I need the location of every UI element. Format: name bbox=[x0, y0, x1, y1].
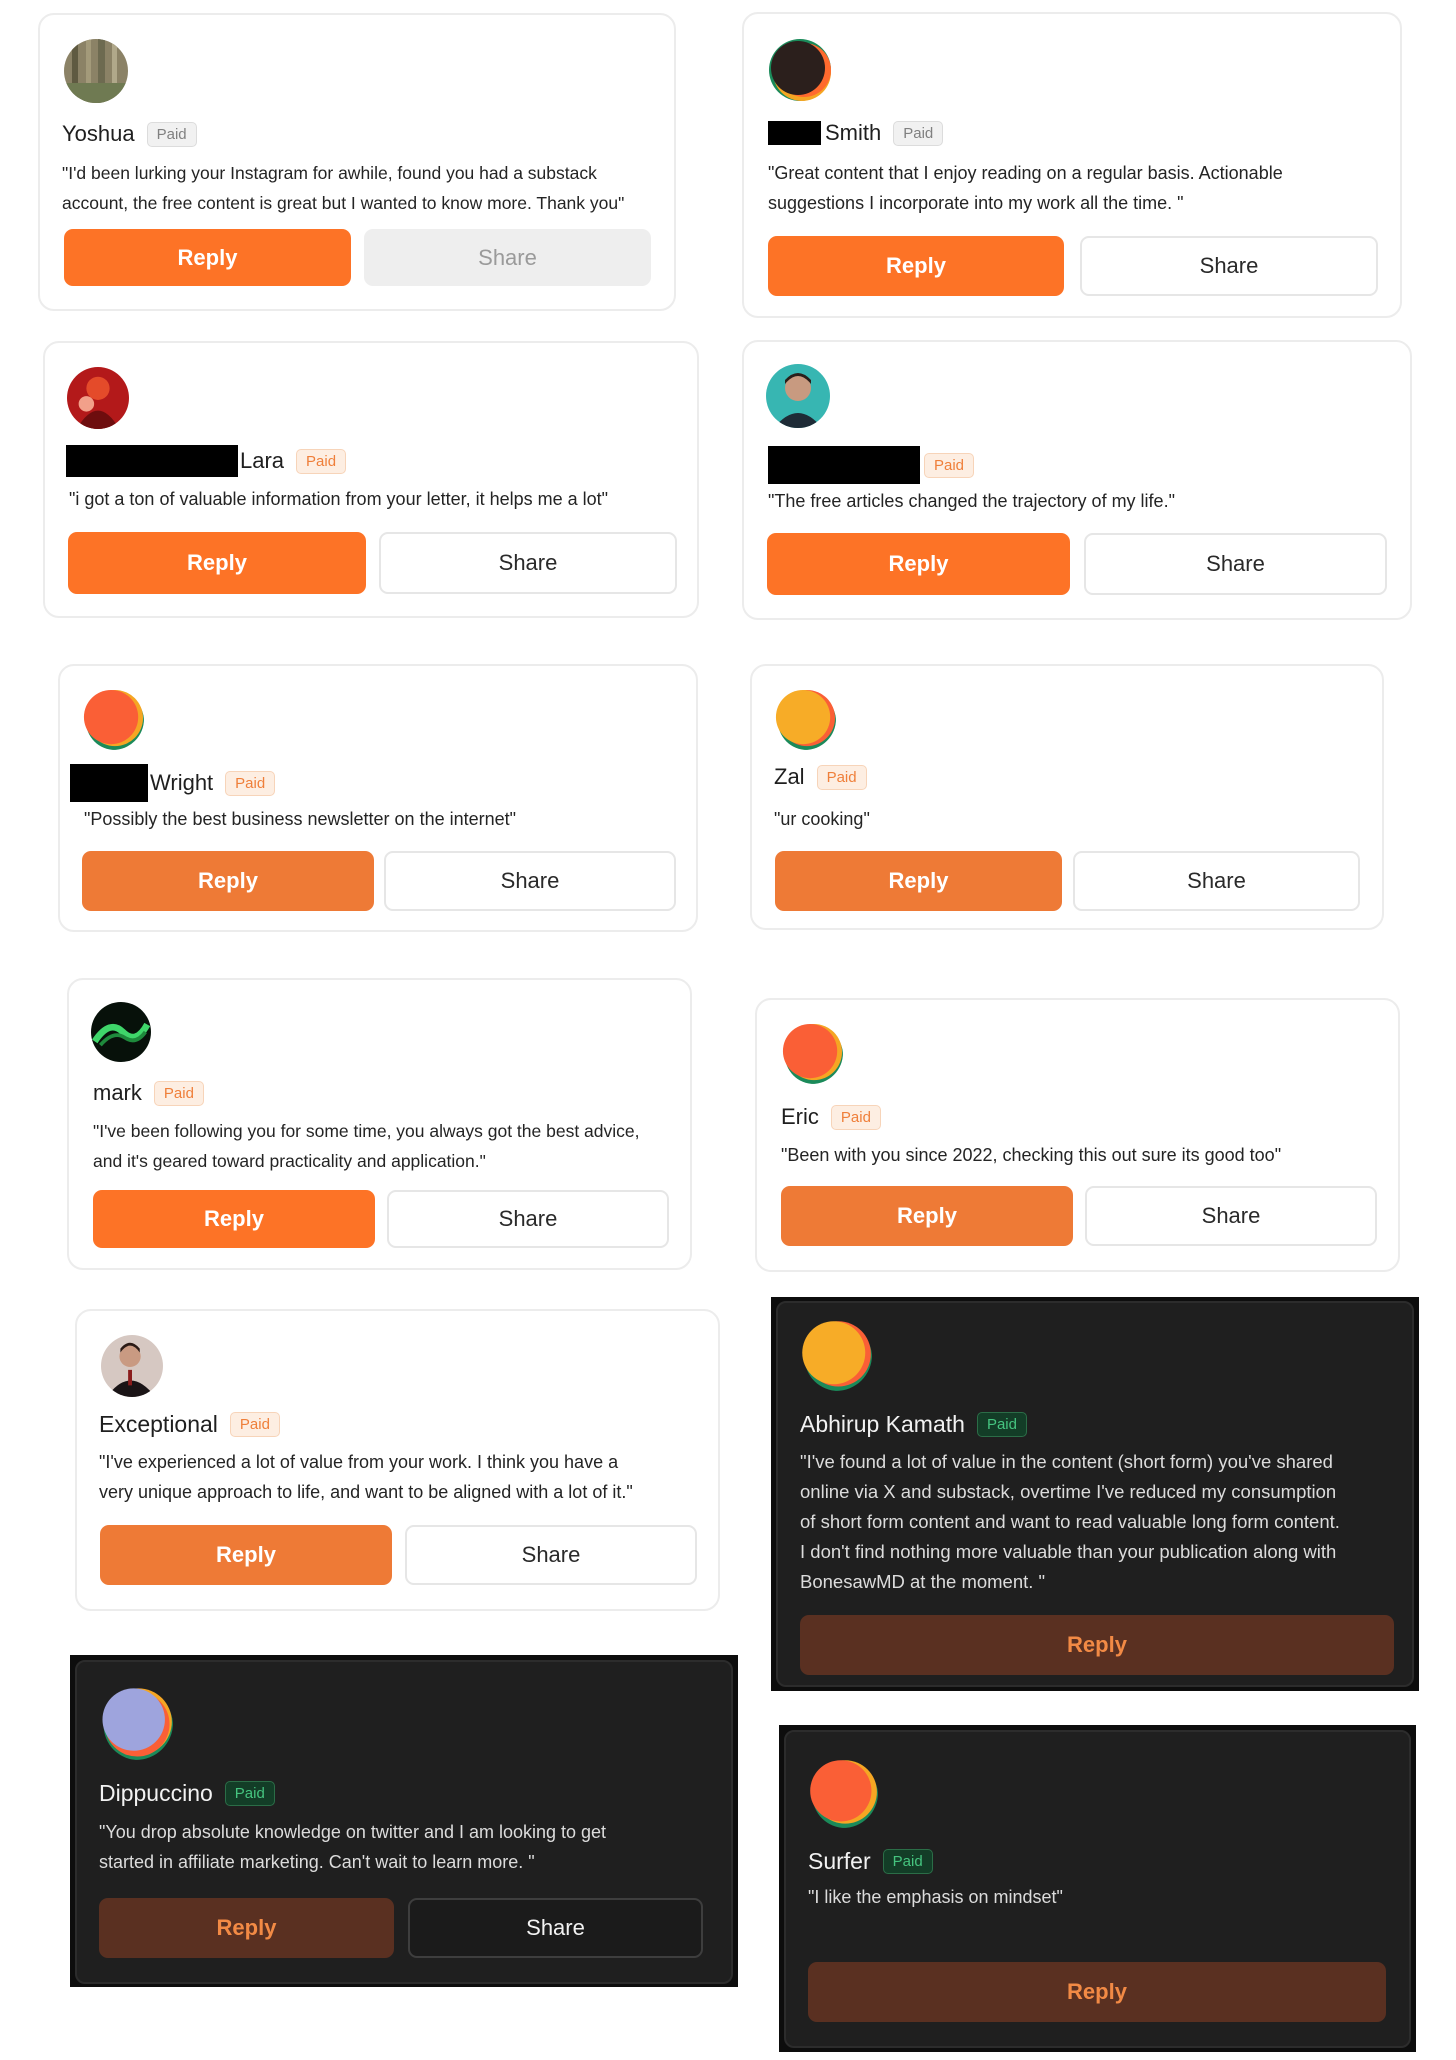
redacted-name bbox=[70, 764, 148, 802]
reply-button[interactable]: Reply bbox=[767, 533, 1070, 595]
author-name: Dippuccino bbox=[99, 1780, 213, 1806]
paid-badge: Paid bbox=[296, 448, 347, 474]
author-name: Surfer bbox=[808, 1848, 871, 1874]
author-row: Eric Paid bbox=[781, 1104, 881, 1130]
author-name: Exceptional bbox=[99, 1411, 218, 1437]
share-button[interactable]: Share bbox=[405, 1525, 697, 1585]
redacted-name bbox=[768, 446, 920, 484]
redacted-name bbox=[768, 121, 821, 145]
testimonial-quote: "I've been following you for some time, … bbox=[93, 1121, 640, 1171]
share-button[interactable]: Share bbox=[384, 851, 676, 911]
forest-photo-avatar-icon bbox=[64, 39, 128, 103]
author-name: Abhirup Kamath bbox=[800, 1411, 965, 1437]
testimonial-quote: "You drop absolute knowledge on twitter … bbox=[99, 1822, 607, 1872]
paid-badge: Paid bbox=[830, 1104, 881, 1130]
reply-button[interactable]: Reply bbox=[82, 851, 374, 911]
paid-badge: Paid bbox=[816, 764, 867, 790]
reply-button[interactable]: Reply bbox=[93, 1190, 375, 1248]
reply-button[interactable]: Reply bbox=[100, 1525, 392, 1585]
author-name: Yoshua bbox=[62, 121, 135, 146]
author-name: Lara bbox=[240, 448, 285, 473]
paid-badge: Paid bbox=[153, 1080, 204, 1106]
author-name: Wright bbox=[150, 770, 214, 795]
share-button[interactable]: Share bbox=[1073, 851, 1360, 911]
reply-button[interactable]: Reply bbox=[800, 1615, 1394, 1675]
paid-badge: Paid bbox=[882, 1849, 933, 1874]
paid-badge: Paid bbox=[893, 120, 944, 146]
testimonial-card: mark Paid "I've been following you for s… bbox=[67, 978, 692, 1270]
testimonial-quote: "Been with you since 2022, checking this… bbox=[781, 1145, 1282, 1165]
dark-blob-avatar-icon bbox=[768, 38, 832, 102]
paid-badge: Paid bbox=[976, 1412, 1027, 1437]
author-row: Wright Paid bbox=[70, 764, 276, 802]
author-row: Surfer Paid bbox=[808, 1848, 933, 1875]
reply-button[interactable]: Reply bbox=[808, 1962, 1386, 2022]
share-button[interactable]: Share bbox=[1084, 533, 1387, 595]
reply-button[interactable]: Reply bbox=[64, 229, 351, 286]
reply-button[interactable]: Reply bbox=[781, 1186, 1073, 1246]
paid-badge: Paid bbox=[229, 1412, 280, 1437]
testimonial-quote: "ur cooking" bbox=[774, 809, 870, 829]
author-row: Smith Paid bbox=[768, 120, 944, 146]
green-wave-avatar-icon bbox=[91, 1002, 151, 1062]
share-button[interactable]: Share bbox=[379, 532, 677, 594]
testimonial-card: Paid "The free articles changed the traj… bbox=[742, 340, 1412, 620]
author-row: Lara Paid bbox=[66, 445, 347, 477]
share-button[interactable]: Share bbox=[1080, 236, 1378, 296]
testimonial-quote: "I've found a lot of value in the conten… bbox=[800, 1451, 1340, 1592]
author-name: mark bbox=[93, 1080, 142, 1105]
share-button[interactable]: Share bbox=[408, 1898, 703, 1958]
paid-badge: Paid bbox=[224, 1781, 275, 1806]
reply-button[interactable]: Reply bbox=[775, 851, 1062, 911]
testimonial-card: Smith Paid "Great content that I enjoy r… bbox=[742, 12, 1402, 318]
yellow-blob-avatar-icon bbox=[774, 688, 836, 750]
testimonial-quote: "Great content that I enjoy reading on a… bbox=[768, 163, 1283, 213]
author-name: Zal bbox=[774, 764, 805, 789]
share-button[interactable]: Share bbox=[387, 1190, 669, 1248]
testimonial-card: Lara Paid "i got a ton of valuable infor… bbox=[43, 341, 699, 618]
paid-badge: Paid bbox=[146, 121, 197, 147]
orange-blob-avatar-icon bbox=[82, 688, 144, 750]
yellow-blob-avatar-icon bbox=[800, 1319, 872, 1391]
reply-button[interactable]: Reply bbox=[768, 236, 1064, 296]
lavender-blob-avatar-icon bbox=[99, 1686, 173, 1760]
red-figure-photo-avatar-icon bbox=[67, 367, 129, 429]
author-row: mark Paid bbox=[93, 1080, 204, 1106]
testimonial-card: Zal Paid "ur cooking" Reply Share bbox=[750, 664, 1384, 930]
author-row: Zal Paid bbox=[774, 764, 867, 790]
testimonial-card: Dippuccino Paid "You drop absolute knowl… bbox=[75, 1660, 733, 1984]
author-row: Abhirup Kamath Paid bbox=[800, 1411, 1027, 1438]
author-name: Eric bbox=[781, 1104, 819, 1129]
redacted-name bbox=[66, 445, 238, 477]
paid-badge: Paid bbox=[225, 770, 276, 796]
orange-blob-avatar-icon bbox=[781, 1022, 843, 1084]
testimonial-quote: "Possibly the best business newsletter o… bbox=[84, 809, 517, 829]
testimonial-quote: "I'd been lurking your Instagram for awh… bbox=[62, 163, 625, 213]
author-name: Smith bbox=[825, 120, 882, 145]
testimonial-quote: "i got a ton of valuable information fro… bbox=[69, 489, 609, 509]
testimonial-quote: "I've experienced a lot of value from yo… bbox=[99, 1452, 633, 1502]
reply-button[interactable]: Reply bbox=[99, 1898, 394, 1958]
testimonial-card: Abhirup Kamath Paid "I've found a lot of… bbox=[776, 1301, 1414, 1687]
testimonial-card: Yoshua Paid "I'd been lurking your Insta… bbox=[38, 13, 676, 311]
author-row: Exceptional Paid bbox=[99, 1411, 280, 1438]
testimonial-card: Eric Paid "Been with you since 2022, che… bbox=[755, 998, 1400, 1272]
testimonial-quote: "The free articles changed the trajector… bbox=[768, 491, 1175, 511]
share-button[interactable]: Share bbox=[364, 229, 651, 286]
reply-button[interactable]: Reply bbox=[68, 532, 366, 594]
testimonial-card: Wright Paid "Possibly the best business … bbox=[58, 664, 698, 932]
author-row: Yoshua Paid bbox=[62, 121, 197, 147]
author-row: Dippuccino Paid bbox=[99, 1780, 275, 1807]
suit-person-photo-avatar-icon bbox=[101, 1335, 163, 1397]
share-button[interactable]: Share bbox=[1085, 1186, 1377, 1246]
paid-badge: Paid bbox=[924, 452, 975, 478]
orange-blob-avatar-icon bbox=[808, 1758, 878, 1828]
author-row: Paid bbox=[768, 446, 975, 484]
portrait-photo-avatar-icon bbox=[766, 364, 830, 428]
testimonial-quote: "I like the emphasis on mindset" bbox=[808, 1887, 1063, 1907]
testimonial-card: Exceptional Paid "I've experienced a lot… bbox=[75, 1309, 720, 1611]
testimonial-card: Surfer Paid "I like the emphasis on mind… bbox=[784, 1730, 1411, 2048]
